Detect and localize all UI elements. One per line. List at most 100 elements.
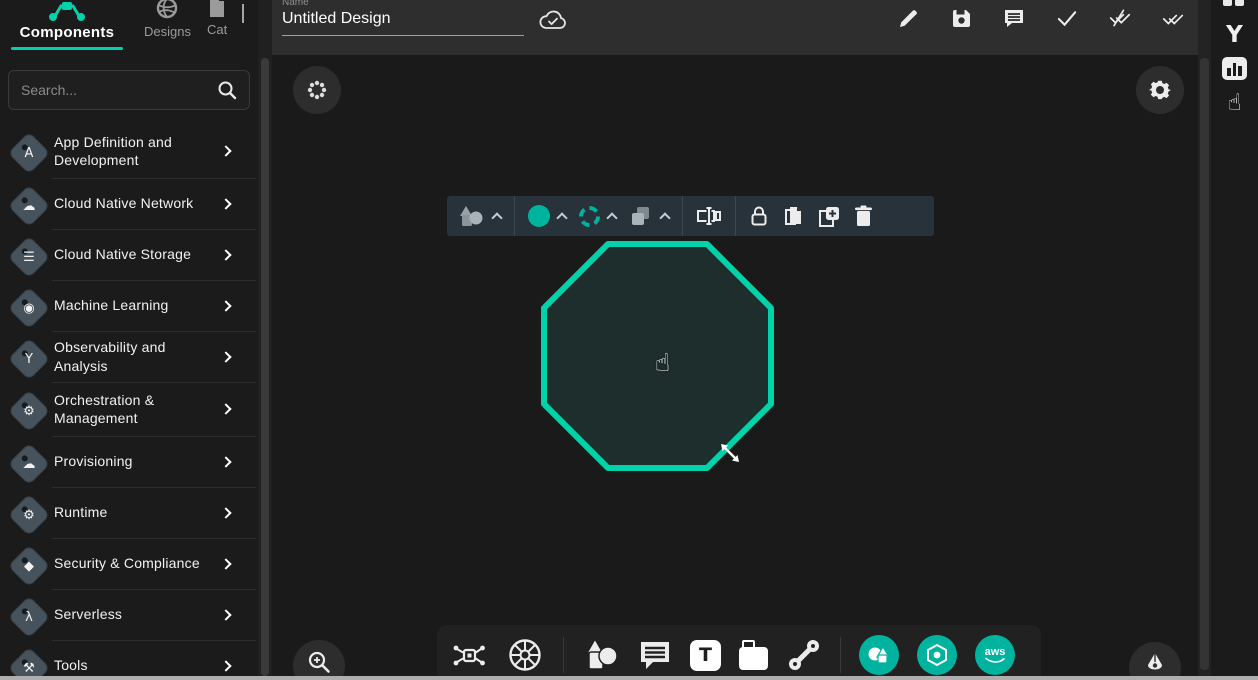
components-icon bbox=[45, 0, 89, 22]
save-icon bbox=[951, 8, 972, 29]
sidebar-item-cloud-native-storage[interactable]: ☰ Cloud Native Storage bbox=[0, 229, 258, 280]
text-tool-button[interactable]: T bbox=[690, 640, 721, 671]
sidebar-item-provisioning[interactable]: ☁ Provisioning bbox=[0, 436, 258, 487]
tab-designs[interactable]: Designs bbox=[144, 0, 191, 39]
duplicate-button[interactable] bbox=[782, 205, 804, 228]
delete-button[interactable] bbox=[854, 205, 873, 227]
category-tag-icon: ⚙ bbox=[8, 390, 50, 432]
canvas-freeze-button[interactable] bbox=[293, 66, 341, 114]
chevron-right-icon bbox=[220, 249, 231, 260]
chevron-right-icon bbox=[220, 351, 231, 362]
rename-button[interactable] bbox=[696, 206, 722, 226]
main-area: Name bbox=[272, 0, 1211, 680]
fill-color-button[interactable] bbox=[528, 205, 566, 227]
table-view-icon[interactable] bbox=[1223, 0, 1244, 6]
kubernetes-tool-button[interactable] bbox=[505, 635, 545, 675]
sidebar-item-orchestration[interactable]: ⚙ Orchestration & Management bbox=[0, 382, 258, 436]
category-tag-icon: ☁ bbox=[8, 442, 50, 484]
octagon-shape-node[interactable] bbox=[540, 240, 775, 472]
tab-designs-label: Designs bbox=[144, 24, 191, 39]
category-tag-icon: ⚒ bbox=[8, 646, 50, 680]
components-sidebar: Components Designs Cat bbox=[0, 0, 258, 680]
tab-components-label: Components bbox=[20, 24, 115, 41]
deploy-button[interactable] bbox=[1162, 7, 1184, 29]
rename-icon bbox=[696, 206, 722, 226]
validate-check-button[interactable] bbox=[1056, 7, 1078, 29]
sidebar-item-observability[interactable]: Y Observability and Analysis bbox=[0, 331, 258, 382]
sidebar-item-serverless[interactable]: λ Serverless bbox=[0, 589, 258, 640]
active-tab-underline bbox=[11, 47, 123, 50]
category-tag-icon: ☰ bbox=[8, 235, 50, 277]
aws-smile-icon bbox=[984, 657, 1006, 664]
dashboard-chart-button[interactable] bbox=[1211, 57, 1258, 80]
category-tag-icon: ◉ bbox=[8, 286, 50, 328]
edit-button[interactable] bbox=[897, 7, 919, 29]
canvas-scrollbar[interactable] bbox=[1198, 0, 1211, 680]
chevron-right-icon bbox=[220, 558, 231, 569]
sidebar-item-tools[interactable]: ⚒ Tools bbox=[0, 640, 258, 680]
divider bbox=[682, 196, 683, 236]
category-tag-icon: ⚙ bbox=[8, 493, 50, 535]
chevron-right-icon bbox=[220, 609, 231, 620]
chevron-up-icon bbox=[491, 212, 502, 223]
sidebar-item-app-definition[interactable]: A App Definition and Development bbox=[0, 124, 258, 178]
tab-catalog-label: Cat bbox=[207, 22, 227, 37]
sidebar-scrollbar[interactable] bbox=[258, 0, 272, 680]
chevron-right-icon bbox=[220, 660, 231, 671]
touch-interact-button[interactable]: ☝ bbox=[1211, 90, 1258, 116]
design-name-input[interactable] bbox=[282, 8, 524, 36]
tabs-scroll-right-button[interactable] bbox=[242, 6, 250, 24]
canvas-settings-button[interactable] bbox=[1136, 66, 1184, 114]
note-tool-button[interactable] bbox=[739, 644, 768, 670]
comments-button[interactable] bbox=[1003, 7, 1025, 29]
chevron-right-icon bbox=[220, 456, 231, 467]
chevron-right-icon bbox=[220, 300, 231, 311]
merge-tool-icon[interactable]: Y bbox=[1211, 22, 1258, 48]
lock-button[interactable] bbox=[749, 205, 769, 227]
kubernetes-wheel-icon bbox=[505, 635, 545, 675]
zoom-button[interactable] bbox=[293, 640, 345, 676]
category-tag-icon: ☁ bbox=[8, 184, 50, 226]
header-actions bbox=[897, 7, 1211, 29]
fill-color-swatch bbox=[528, 205, 550, 227]
chevron-up-icon bbox=[606, 212, 617, 223]
shapes-icon bbox=[867, 644, 891, 666]
shapes-tool-button[interactable] bbox=[582, 637, 620, 673]
sidebar-item-security-compliance[interactable]: ◆ Security & Compliance bbox=[0, 538, 258, 589]
search-input[interactable] bbox=[21, 82, 217, 98]
sidebar-item-machine-learning[interactable]: ◉ Machine Learning bbox=[0, 280, 258, 331]
design-canvas[interactable]: ☝ bbox=[272, 55, 1198, 676]
category-tag-icon: λ bbox=[8, 595, 50, 637]
designs-icon bbox=[154, 0, 180, 22]
double-check-crossed-icon bbox=[1109, 7, 1131, 29]
copy-add-button[interactable] bbox=[817, 205, 841, 228]
shapes-icon bbox=[457, 204, 485, 228]
trash-icon bbox=[854, 205, 873, 227]
pen-tool-button[interactable] bbox=[1129, 642, 1181, 676]
save-button[interactable] bbox=[950, 7, 972, 29]
tab-components[interactable]: Components bbox=[6, 0, 128, 50]
selection-toolbar bbox=[447, 196, 934, 236]
meshery-shapes-button[interactable] bbox=[859, 635, 899, 675]
zoom-in-icon bbox=[306, 649, 332, 675]
chevron-up-icon bbox=[659, 212, 670, 223]
aws-components-button[interactable]: aws bbox=[975, 635, 1015, 675]
connection-tool-button[interactable] bbox=[786, 637, 822, 673]
horizontal-scrollbar[interactable] bbox=[0, 676, 1258, 680]
component-tool-button[interactable] bbox=[451, 637, 487, 673]
undeploy-button[interactable] bbox=[1109, 7, 1131, 29]
layers-icon bbox=[629, 205, 653, 227]
layers-button[interactable] bbox=[629, 205, 669, 227]
sidebar-item-runtime[interactable]: ⚙ Runtime bbox=[0, 487, 258, 538]
chevron-right-icon bbox=[220, 403, 231, 414]
stroke-color-button[interactable] bbox=[579, 206, 616, 227]
sidebar-item-cloud-native-network[interactable]: ☁ Cloud Native Network bbox=[0, 178, 258, 229]
right-toolbar: Y ☝ bbox=[1211, 0, 1258, 680]
kubernetes-components-button[interactable] bbox=[917, 635, 957, 675]
search-icon[interactable] bbox=[217, 80, 237, 100]
comment-tool-button[interactable] bbox=[638, 639, 672, 671]
sidebar-tabs: Components Designs Cat bbox=[0, 0, 258, 56]
shape-picker-button[interactable] bbox=[457, 204, 501, 228]
divider bbox=[514, 196, 515, 236]
tab-catalog[interactable]: Cat bbox=[207, 0, 227, 37]
